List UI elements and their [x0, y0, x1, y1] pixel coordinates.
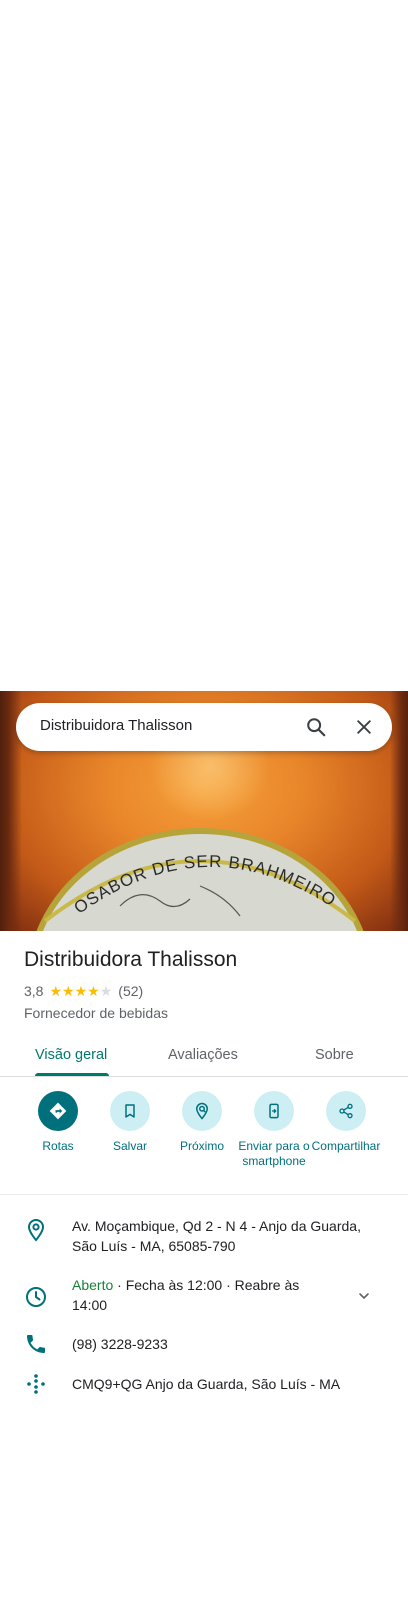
location-pin-icon: [24, 1218, 48, 1242]
star-empty-icon: ★: [99, 983, 113, 999]
star-icon: ★: [62, 983, 75, 999]
share-icon: [326, 1091, 366, 1131]
tab-reviews[interactable]: Avaliações: [168, 1047, 238, 1063]
send-to-phone-icon: [254, 1091, 294, 1131]
star-icon: ★: [87, 983, 100, 999]
tab-about[interactable]: Sobre: [315, 1047, 354, 1063]
directions-icon: [38, 1091, 78, 1131]
share-button[interactable]: Compartilhar: [308, 1091, 384, 1154]
open-status: Aberto: [72, 1277, 114, 1293]
chevron-down-icon[interactable]: [356, 1288, 372, 1304]
star-icon: ★: [49, 983, 63, 999]
nearby-icon: [182, 1091, 222, 1131]
plus-code-text: CMQ9+QG Anjo da Guarda, São Luís - MA: [72, 1376, 341, 1392]
nearby-button[interactable]: Próximo: [164, 1091, 240, 1154]
tab-overview[interactable]: Visão geral: [35, 1047, 107, 1063]
review-count[interactable]: (52): [118, 983, 143, 999]
plus-code-icon: [24, 1372, 48, 1396]
close-icon[interactable]: [350, 713, 378, 741]
clock-icon: [24, 1285, 48, 1309]
save-button[interactable]: Salvar: [92, 1091, 168, 1154]
phone-text: (98) 3228-9233: [72, 1336, 168, 1352]
place-category[interactable]: Fornecedor de bebidas: [24, 1005, 168, 1021]
tab-bar: Visão geral Avaliações Sobre: [0, 1035, 408, 1077]
rating-stars: ★ ★ ★ ★ ★: [49, 984, 112, 998]
phone-icon: [24, 1332, 48, 1356]
action-bar: Rotas Salvar Próximo Enviar para o smart…: [0, 1077, 408, 1195]
search-icon[interactable]: [302, 713, 330, 741]
address-text: Av. Moçambique, Qd 2 - N 4 - Anjo da Gua…: [72, 1218, 361, 1254]
place-title: Distribuidora Thalisson: [24, 948, 238, 971]
rating-value: 3,8: [24, 983, 44, 999]
star-icon: ★: [74, 983, 88, 999]
send-to-phone-button[interactable]: Enviar para o smartphone: [236, 1091, 312, 1169]
search-bar[interactable]: Distribuidora Thalisson: [16, 703, 392, 751]
search-query[interactable]: Distribuidora Thalisson: [40, 717, 192, 734]
rating-row[interactable]: 3,8 ★ ★ ★ ★ ★ (52): [24, 983, 143, 999]
place-panel: OSABOR DE SER BRAHMEIRO Distribuidora Th…: [0, 0, 408, 1622]
directions-button[interactable]: Rotas: [20, 1091, 96, 1154]
tab-indicator: [35, 1073, 109, 1076]
hours-text: Aberto · Fecha às 12:00 · Reabre às 14:0…: [72, 1275, 312, 1315]
bookmark-icon: [110, 1091, 150, 1131]
